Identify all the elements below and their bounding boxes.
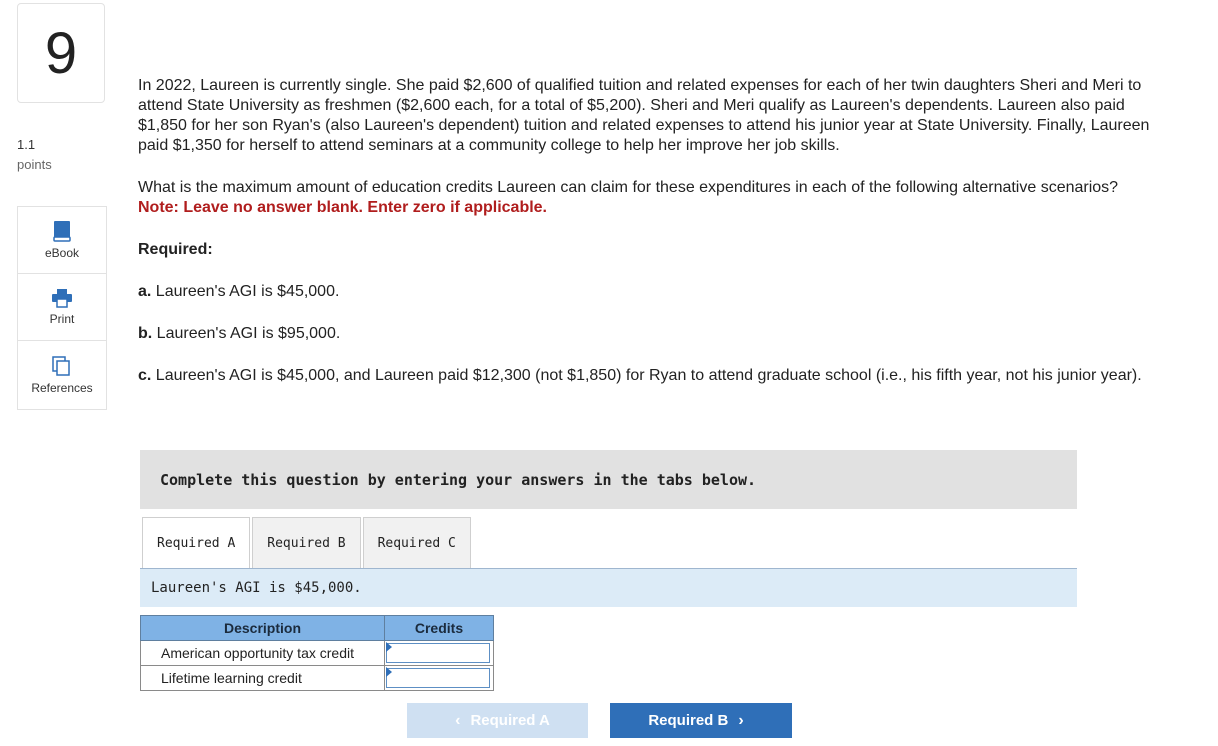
table-row: American opportunity tax credit <box>140 640 494 666</box>
references-icon <box>52 355 70 376</box>
american-opportunity-label: American opportunity tax credit <box>140 640 385 666</box>
previous-button-label: Required A <box>470 712 550 729</box>
tab-required-c[interactable]: Required C <box>362 517 471 569</box>
question-prompt: In 2022, Laureen is currently single. Sh… <box>138 76 1178 386</box>
print-button[interactable]: Print <box>18 274 106 341</box>
table-header-row: Description Credits <box>140 615 494 641</box>
tools-panel: eBook Print References <box>17 206 107 410</box>
credit-cell <box>384 665 494 691</box>
requirement-letter: a. <box>138 283 152 300</box>
required-heading: Required: <box>138 241 213 258</box>
input-marker-icon <box>386 667 392 677</box>
requirement-b: b. Laureen's AGI is $95,000. <box>138 324 1178 344</box>
references-button[interactable]: References <box>18 341 106 408</box>
lifetime-learning-label: Lifetime learning credit <box>140 665 385 691</box>
requirement-letter: c. <box>138 367 152 384</box>
instructions-banner: Complete this question by entering your … <box>140 450 1077 509</box>
input-marker-icon <box>386 642 392 652</box>
question-paragraph: What is the maximum amount of education … <box>138 178 1178 218</box>
credits-table: Description Credits American opportunity… <box>140 615 494 691</box>
points-value: 1.1 <box>17 137 36 152</box>
ebook-label: eBook <box>44 246 80 260</box>
requirement-text: Laureen's AGI is $45,000, and Laureen pa… <box>155 367 1142 384</box>
question-text: What is the maximum amount of education … <box>138 179 1119 196</box>
scenario-paragraph: In 2022, Laureen is currently single. Sh… <box>138 77 1150 154</box>
next-required-button[interactable]: Required B › <box>610 703 792 738</box>
printer-icon <box>52 289 72 308</box>
note-text: Note: Leave no answer blank. Enter zero … <box>138 199 547 216</box>
column-credits: Credits <box>384 615 494 641</box>
chevron-right-icon: › <box>738 711 744 729</box>
requirement-c: c. Laureen's AGI is $45,000, and Laureen… <box>138 366 1178 386</box>
next-button-label: Required B <box>648 712 729 729</box>
question-number: 9 <box>17 3 105 103</box>
book-icon <box>53 221 71 242</box>
american-opportunity-credit-input[interactable] <box>386 643 490 663</box>
table-row: Lifetime learning credit <box>140 665 494 691</box>
requirement-tabs: Required A Required B Required C <box>142 517 473 569</box>
column-description: Description <box>140 615 385 641</box>
previous-required-button[interactable]: ‹ Required A <box>407 703 588 738</box>
points-label: points <box>17 157 52 172</box>
credit-cell <box>384 640 494 666</box>
requirement-letter: b. <box>138 325 153 342</box>
requirement-text: Laureen's AGI is $45,000. <box>155 283 340 300</box>
chevron-left-icon: ‹ <box>455 711 461 729</box>
references-label: References <box>31 380 93 395</box>
lifetime-learning-credit-input[interactable] <box>386 668 490 688</box>
requirement-text: Laureen's AGI is $95,000. <box>156 325 341 342</box>
requirement-a: a. Laureen's AGI is $45,000. <box>138 282 1178 302</box>
tab-content-header: Laureen's AGI is $45,000. <box>140 569 1077 607</box>
tab-required-a[interactable]: Required A <box>142 517 251 569</box>
tab-required-b[interactable]: Required B <box>252 517 361 569</box>
ebook-button[interactable]: eBook <box>18 207 106 274</box>
print-label: Print <box>49 312 75 326</box>
